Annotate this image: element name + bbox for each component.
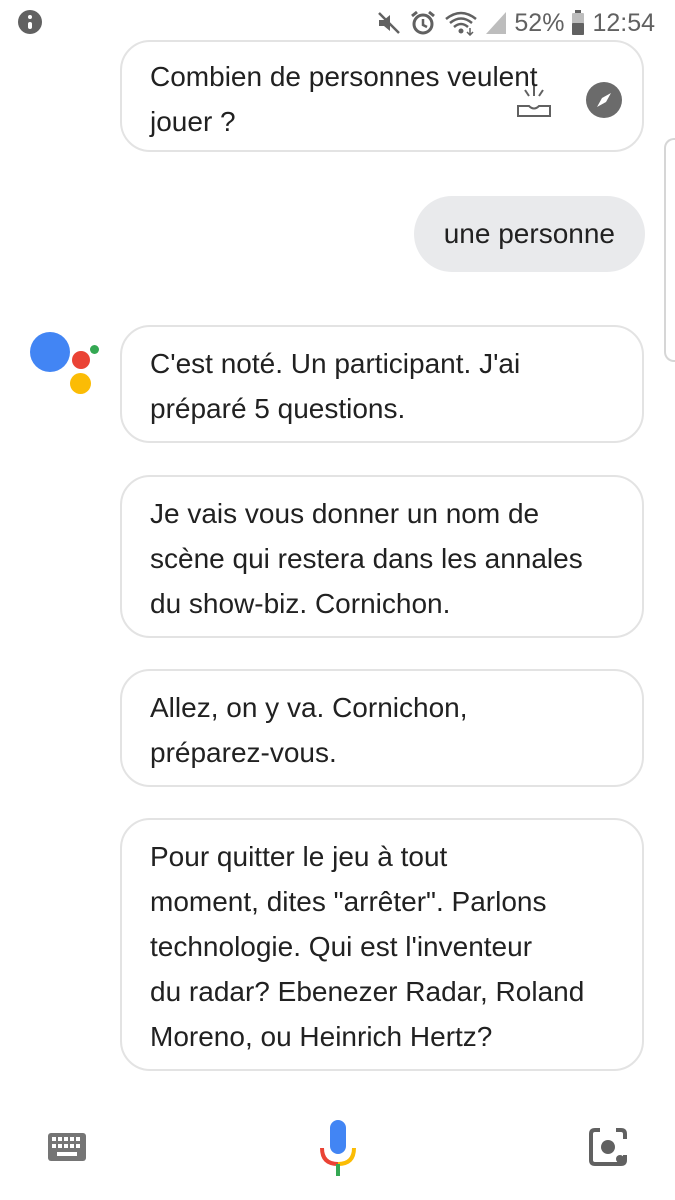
google-assistant-logo [28, 330, 104, 396]
message-line: Pour quitter le jeu à tout [150, 841, 448, 872]
assistant-message: C'est noté. Un participant. J'ai préparé… [120, 325, 644, 443]
battery-percentage: 52% [514, 8, 565, 37]
message-line: préparé 5 questions. [150, 393, 406, 424]
assistant-message: Pour quitter le jeu à tout moment, dites… [120, 818, 644, 1071]
message-line: du show-biz. Cornichon. [150, 588, 451, 619]
inbox-icon[interactable] [516, 82, 552, 118]
message-line: C'est noté. Un participant. J'ai [150, 348, 521, 379]
mic-icon[interactable] [318, 1118, 358, 1178]
input-bar [0, 1100, 675, 1200]
message-line: technologie. Qui est l'inventeur [150, 931, 533, 962]
assistant-message: Je vais vous donner un nom de scène qui … [120, 475, 644, 638]
message-line: Moreno, ou Heinrich Hertz? [150, 1021, 493, 1052]
alarm-icon [411, 10, 436, 35]
message-line: Allez, on y va. Cornichon, [150, 692, 468, 723]
scrollbar[interactable] [664, 138, 675, 362]
notification-dot-icon [18, 10, 42, 34]
message-line: préparez-vous. [150, 737, 337, 768]
mute-icon [378, 12, 401, 34]
message-line: Je vais vous donner un nom de [150, 498, 540, 529]
message-line: scène qui restera dans les annales [150, 543, 583, 574]
signal-icon [486, 12, 507, 34]
assistant-message: Combien de personnes veulent jouer ? [120, 40, 644, 152]
message-line: moment, dites "arrêter". Parlons [150, 886, 547, 917]
wifi-icon [445, 11, 478, 36]
status-icons: 52% 12:54 [376, 8, 655, 38]
compass-icon[interactable] [586, 82, 622, 118]
keyboard-icon[interactable] [48, 1133, 86, 1161]
user-message: une personne [413, 196, 645, 272]
assistant-message: Allez, on y va. Cornichon, préparez-vous… [120, 669, 644, 787]
battery-icon [572, 10, 585, 35]
message-line: du radar? Ebenezer Radar, Roland [150, 976, 585, 1007]
lens-icon[interactable] [588, 1127, 628, 1167]
clock: 12:54 [592, 8, 655, 37]
